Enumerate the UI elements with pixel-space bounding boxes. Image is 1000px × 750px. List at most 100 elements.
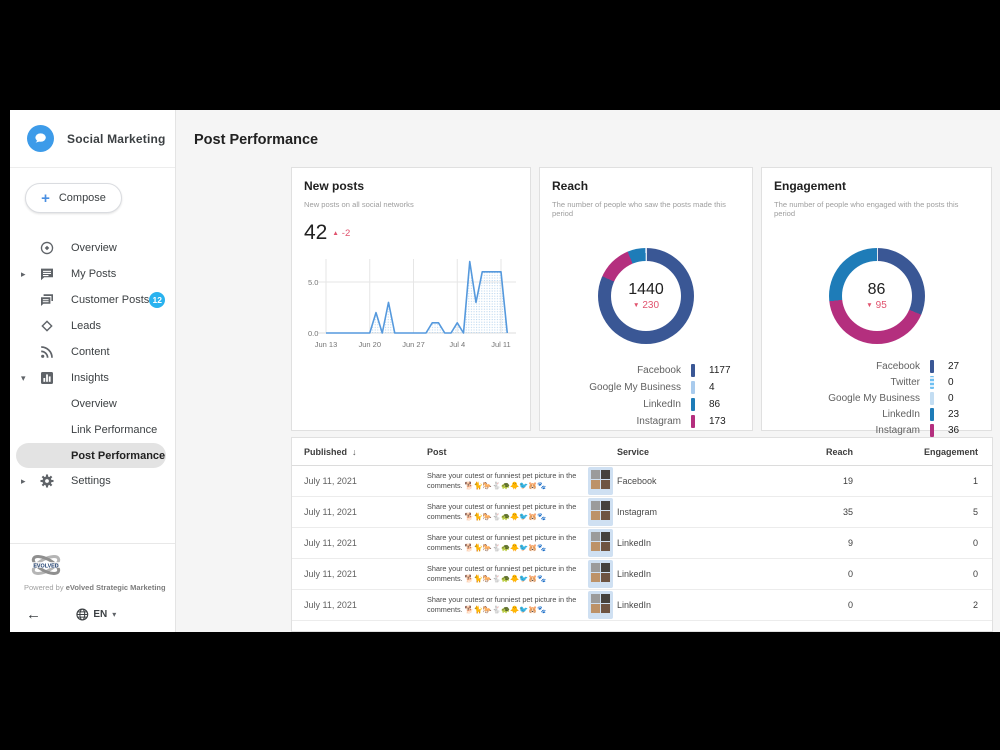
sidebar-item-overview[interactable]: Overview [10,235,175,261]
chevron-down-icon[interactable]: ▾ [21,373,26,384]
legend-label: Instagram [552,416,691,427]
sidebar-subitem-link-performance[interactable]: Link Performance [10,417,175,443]
svg-text:5.0: 5.0 [308,278,318,287]
new-posts-card: New posts New posts on all social networ… [291,167,531,431]
chevron-right-icon[interactable]: ▸ [21,269,26,280]
back-arrow-icon[interactable]: ← [26,606,41,623]
post-cell: Share your cutest or funniest pet pictur… [427,498,617,526]
legend-color-bar [930,392,934,405]
table-row[interactable]: July 11, 2021 Share your cutest or funni… [292,466,992,497]
sidebar-item-content[interactable]: Content [10,339,175,365]
legend-value: 1177 [696,365,740,376]
legend-value: 4 [696,382,740,393]
post-thumbnail-image [588,467,613,495]
triangle-up-icon: ▲ [332,230,338,237]
legend-color-bar [930,376,934,389]
legend-label: LinkedIn [552,399,691,410]
table-row[interactable]: July 11, 2021 Share your cutest or funni… [292,559,992,590]
legend-row: Google My Business4 [552,381,740,394]
insights-chart-icon [39,370,55,386]
service-name: LinkedIn [617,569,777,579]
service-name: LinkedIn [617,538,777,548]
engagement-total: 86 [868,281,886,299]
app-window: Social Marketing + Compose Overview ▸ My… [10,110,1000,632]
legend-row: Twitter 0 [774,376,979,389]
legend-label: LinkedIn [774,409,930,420]
legend-label: Twitter [774,377,930,388]
legend-color-bar [930,360,934,373]
post-thumbnail-image [588,560,613,588]
sidebar-footer: EVOLVED Powered by eVolved Strategic Mar… [10,543,175,632]
reach-value: 0 [777,600,867,610]
column-header-reach[interactable]: Reach [777,447,867,457]
main-content: Post Performance New posts New posts on … [176,110,1000,632]
column-header-post[interactable]: Post [427,447,617,457]
post-cell: Share your cutest or funniest pet pictur… [427,529,617,557]
sidebar-nav: Overview ▸ My Posts Customer Posts 12 [10,235,175,494]
reach-delta: ▼ 230 [633,300,659,311]
chat-bubble-icon [32,130,49,147]
post-text: Share your cutest or funniest pet pictur… [427,533,581,553]
legend-row: Google My Business0 [774,392,979,405]
reach-value: 0 [777,569,867,579]
service-name: Facebook [617,476,777,486]
post-thumbnail-image [588,529,613,557]
sidebar: Social Marketing + Compose Overview ▸ My… [10,110,176,632]
legend-row: LinkedIn86 [552,398,740,411]
legend-value: 36 [935,425,979,436]
svg-text:Jun 20: Jun 20 [358,340,381,349]
sidebar-subitem-insights-overview[interactable]: Overview [10,391,175,417]
column-header-service[interactable]: Service [617,447,777,457]
globe-icon [75,608,88,621]
post-text: Share your cutest or funniest pet pictur… [427,471,581,491]
sidebar-item-leads[interactable]: Leads [10,313,175,339]
chevron-right-icon[interactable]: ▸ [21,476,26,487]
caret-down-icon: ▾ [112,610,116,619]
engagement-legend: Facebook27Twitter0Google My Business0Lin… [774,360,979,437]
legend-value: 173 [696,416,740,427]
new-posts-value: 42 [304,221,327,245]
svg-text:Jul 4: Jul 4 [449,340,465,349]
new-posts-line-chart: 5.00.0Jun 13Jun 20Jun 27Jul 4Jul 11 [304,245,518,354]
legend-value: 0 [935,377,979,388]
engagement-value: 0 [867,569,992,579]
reach-card: Reach The number of people who saw the p… [539,167,753,431]
svg-text:Jun 13: Jun 13 [315,340,338,349]
legend-color-bar [691,381,695,394]
powered-by-text: Powered by eVolved Strategic Marketing [10,579,175,598]
legend-color-bar [930,424,934,437]
engagement-donut-chart: 86 ▼ 95 [829,248,925,344]
reach-value: 19 [777,476,867,486]
svg-text:Jul 11: Jul 11 [491,340,510,349]
sidebar-item-my-posts[interactable]: ▸ My Posts [10,261,175,287]
engagement-value: 2 [867,600,992,610]
table-row[interactable]: July 11, 2021 Share your cutest or funni… [292,497,992,528]
published-date: July 11, 2021 [292,507,427,517]
table-body: July 11, 2021 Share your cutest or funni… [292,466,992,621]
sidebar-item-settings[interactable]: ▸ Settings [10,468,175,494]
engagement-delta: ▼ 95 [866,300,887,311]
summary-cards: New posts New posts on all social networ… [291,167,992,431]
post-thumbnail-image [588,498,613,526]
table-row[interactable]: July 11, 2021 Share your cutest or funni… [292,528,992,559]
sidebar-subitem-post-performance[interactable]: Post Performance [16,443,166,468]
language-selector[interactable]: EN ▾ [75,608,116,621]
page-title: Post Performance [176,110,1000,148]
sidebar-header: Social Marketing [10,110,175,168]
sidebar-item-insights[interactable]: ▾ Insights [10,365,175,391]
post-text: Share your cutest or funniest pet pictur… [427,595,581,615]
post-cell: Share your cutest or funniest pet pictur… [427,467,617,495]
sidebar-item-customer-posts[interactable]: Customer Posts 12 [10,287,175,313]
legend-color-bar [691,364,695,377]
column-header-engagement[interactable]: Engagement [867,447,992,457]
compose-button[interactable]: + Compose [25,183,122,213]
column-header-published[interactable]: Published↓ [292,447,427,457]
app-logo [27,125,54,152]
table-row[interactable]: July 11, 2021 Share your cutest or funni… [292,590,992,621]
legend-label: Google My Business [774,393,930,404]
table-header-row: Published↓ Post Service Reach Engagement [292,438,992,466]
gear-icon [39,473,55,489]
reach-total: 1440 [628,281,664,299]
evolved-logo: EVOLVED [10,551,175,579]
legend-color-bar [930,408,934,421]
